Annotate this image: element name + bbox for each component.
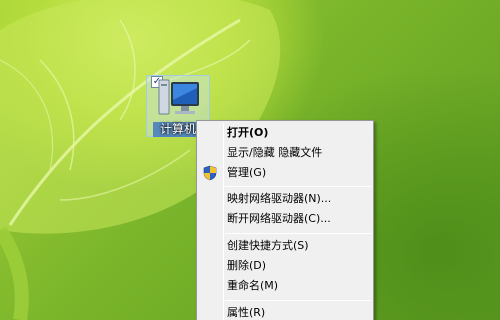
context-menu: 打开(O) 显示/隐藏 隐藏文件 管理(G) 映射网络驱动器(N)... 断开网…: [196, 120, 374, 320]
menu-separator: [225, 186, 371, 187]
menu-item-label: 断开网络驱动器(C)...: [227, 212, 331, 225]
menu-item-label: 管理(G): [227, 166, 267, 179]
uac-shield-icon: [203, 165, 217, 181]
menu-item-toggle-hidden-files[interactable]: 显示/隐藏 隐藏文件: [199, 143, 371, 163]
menu-item-manage[interactable]: 管理(G): [199, 163, 371, 183]
menu-item-label: 显示/隐藏 隐藏文件: [227, 146, 323, 159]
menu-item-label: 打开(O): [227, 126, 269, 139]
menu-item-label: 删除(D): [227, 259, 267, 272]
computer-icon: [158, 79, 199, 115]
menu-separator: [225, 300, 371, 301]
menu-item-map-network-drive[interactable]: 映射网络驱动器(N)...: [199, 189, 371, 209]
menu-item-delete[interactable]: 删除(D): [199, 256, 371, 276]
menu-item-label: 重命名(M): [227, 279, 279, 292]
menu-item-open[interactable]: 打开(O): [199, 123, 371, 143]
menu-item-label: 创建快捷方式(S): [227, 239, 309, 252]
menu-item-label: 属性(R): [227, 306, 266, 319]
menu-item-rename[interactable]: 重命名(M): [199, 276, 371, 296]
menu-separator: [225, 233, 371, 234]
menu-item-properties[interactable]: 属性(R): [199, 303, 371, 320]
menu-item-create-shortcut[interactable]: 创建快捷方式(S): [199, 236, 371, 256]
menu-item-label: 映射网络驱动器(N)...: [227, 192, 332, 205]
menu-item-disconnect-network-drive[interactable]: 断开网络驱动器(C)...: [199, 209, 371, 229]
